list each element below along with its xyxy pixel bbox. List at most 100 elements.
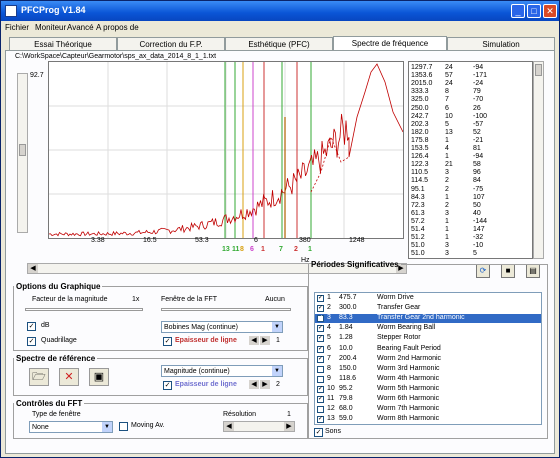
resolution-label: Résolution	[223, 411, 257, 418]
plot-mode-select[interactable]: Bobines Mag (continue)	[161, 321, 283, 333]
period-row[interactable]: ✓ 3 83.3 Transfer Gear 2nd harmonic	[315, 314, 541, 324]
close-button[interactable]: ✕	[543, 4, 557, 18]
freq-list-cell: 182.0	[411, 128, 429, 136]
freq-list-cell: 2015.0	[411, 80, 433, 88]
freq-list-cell: 51.4	[411, 226, 425, 233]
period-checkbox[interactable]: ✓	[317, 335, 324, 343]
scale-slider[interactable]	[25, 308, 143, 311]
fft-window-label: Fenêtre de la FFT	[161, 296, 218, 303]
period-row[interactable]: 8 150.0 Worm 3rd Harmonic	[315, 365, 541, 374]
reference-legend: Spectre de référence	[16, 354, 96, 363]
period-row[interactable]: ✓ 11 79.8 Worm 6th Harmonic	[315, 395, 541, 404]
period-row[interactable]: 9 118.6 Worm 4th Harmonic	[315, 375, 541, 384]
spectrum-chart[interactable]	[48, 61, 404, 239]
epaisseur-checkbox[interactable]: ✓	[163, 337, 172, 346]
epaisseur-dec-icon[interactable]: ◀	[249, 336, 259, 345]
chart-vscroll[interactable]	[17, 73, 28, 233]
freq-list-cell: 325.0	[411, 96, 429, 104]
period-num: 8	[327, 364, 331, 372]
freq-list-scroll[interactable]	[533, 61, 544, 259]
chart-vscroll-thumb[interactable]	[19, 144, 26, 156]
period-num: 12	[327, 405, 335, 413]
period-row[interactable]: ✓ 1 475.7 Worm Drive	[315, 294, 541, 303]
fft-window-slider[interactable]	[161, 308, 291, 311]
period-row[interactable]: 12 68.0 Worm 7th Harmonic	[315, 405, 541, 414]
sons-checkbox[interactable]: ✓	[314, 428, 323, 437]
maximize-button[interactable]: □	[527, 4, 541, 18]
period-checkbox[interactable]: ✓	[317, 355, 324, 363]
chevron-down-icon[interactable]: ▼	[272, 366, 282, 376]
scroll-left-icon[interactable]: ◀	[28, 264, 38, 273]
chevron-down-icon[interactable]: ▼	[102, 422, 112, 432]
period-row[interactable]: ✓ 5 1.28 Stepper Rotor	[315, 334, 541, 343]
period-checkbox[interactable]: ✓	[317, 396, 324, 403]
period-checkbox[interactable]: ✓	[317, 305, 324, 313]
save-reference-icon[interactable]: ▣	[89, 368, 109, 386]
period-checkbox[interactable]	[317, 365, 324, 373]
sons-label: Sons	[325, 428, 341, 435]
moving-avg-checkbox[interactable]	[119, 422, 128, 431]
app-window: PFCProg V1.84 _ □ ✕ Fichier Moniteur Ava…	[0, 0, 560, 458]
resolution-dec-icon[interactable]: ◀	[224, 422, 234, 431]
resolution-scroll[interactable]: ◀ ▶	[223, 421, 295, 432]
menu-moniteur[interactable]: Moniteur	[35, 23, 66, 32]
minimize-button[interactable]: _	[511, 4, 525, 18]
freq-list-scroll-thumb[interactable]	[535, 64, 542, 76]
period-row[interactable]: ✓ 10 95.2 Worm 5th Harmonic	[315, 385, 541, 394]
period-checkbox[interactable]: ✓	[317, 325, 324, 333]
period-checkbox[interactable]: ✓	[317, 385, 324, 393]
frequency-list[interactable]: 1297.7 24 -94 1353.6 57 -171 2015.0 24 -24 333.3 8…	[408, 61, 533, 259]
period-row[interactable]: ✓ 4 1.84 Worm Bearing Ball	[315, 324, 541, 333]
period-row[interactable]: ✓ 6 10.0 Bearing Fault Period	[315, 345, 541, 354]
freq-list-cell: -100	[473, 112, 488, 120]
marker-label: 6	[250, 246, 254, 253]
freq-list-cell: 7	[445, 96, 449, 104]
ref-epaisseur-inc-icon[interactable]: ▶	[260, 380, 270, 389]
epaisseur-inc-icon[interactable]: ▶	[260, 336, 270, 345]
marker-label: 7	[279, 246, 283, 253]
periods-list[interactable]: ✓ 1 475.7 Worm Drive ✓ 2 300.0 Transfer Gear ✓ 3 8…	[314, 292, 542, 425]
freq-list-cell: 61.3	[411, 209, 425, 217]
freq-list-cell: 175.8	[411, 136, 429, 144]
period-checkbox[interactable]: ✓	[317, 295, 324, 302]
window-title: PFCProg V1.84	[21, 5, 86, 15]
reference-mode-select[interactable]: Magnitude (continue)	[161, 365, 283, 377]
period-row[interactable]: ✓ 7 200.4 Worm 2nd Harmonic	[315, 355, 541, 364]
title-bar: PFCProg V1.84 _ □ ✕	[1, 1, 559, 21]
tab-essai[interactable]: Essai Théorique	[9, 37, 117, 51]
delete-reference-icon[interactable]: ✕	[59, 368, 79, 386]
ref-epaisseur-checkbox[interactable]: ✓	[163, 381, 172, 390]
quadrillage-checkbox[interactable]: ✓	[27, 337, 36, 346]
period-val: 475.7	[339, 294, 357, 301]
resolution-inc-icon[interactable]: ▶	[284, 422, 294, 431]
period-name: Bearing Fault Period	[377, 344, 441, 352]
freq-list-cell: 24	[445, 64, 453, 71]
period-checkbox[interactable]	[317, 406, 324, 414]
menu-avance[interactable]: Avancé	[67, 23, 94, 32]
period-row[interactable]: ✓ 2 300.0 Transfer Gear	[315, 304, 541, 313]
tab-esthetique[interactable]: Esthétique (PFC)	[225, 37, 333, 51]
period-checkbox[interactable]: ✓	[317, 416, 324, 424]
period-num: 1	[327, 294, 331, 301]
freq-list-cell: 147	[473, 226, 485, 233]
period-checkbox[interactable]	[317, 375, 324, 383]
freq-list-cell: 1	[445, 136, 449, 144]
menu-apropos[interactable]: A propos de	[96, 23, 139, 32]
freq-list-cell: -75	[473, 185, 484, 193]
period-name: Worm 4th Harmonic	[377, 374, 440, 382]
freq-list-cell: 1297.7	[411, 64, 433, 71]
tab-simulation[interactable]: Simulation	[447, 37, 555, 51]
menu-fichier[interactable]: Fichier	[5, 23, 29, 32]
scale-label: Facteur de la magnitude	[32, 296, 108, 303]
db-checkbox[interactable]: ✓	[27, 322, 36, 331]
window-type-select[interactable]: None	[29, 421, 113, 433]
period-checkbox[interactable]: ✓	[317, 345, 324, 353]
period-row[interactable]: ✓ 13 59.0 Worm 8th Harmonic	[315, 415, 541, 424]
period-val: 1.84	[339, 324, 353, 332]
tab-correction[interactable]: Correction du F.P.	[117, 37, 225, 51]
chevron-down-icon[interactable]: ▼	[272, 322, 282, 332]
period-checkbox[interactable]: ✓	[317, 315, 324, 323]
ref-epaisseur-dec-icon[interactable]: ◀	[249, 380, 259, 389]
tab-spectre[interactable]: Spectre de fréquence	[333, 36, 447, 51]
open-reference-icon[interactable]: 🗁	[29, 368, 49, 386]
